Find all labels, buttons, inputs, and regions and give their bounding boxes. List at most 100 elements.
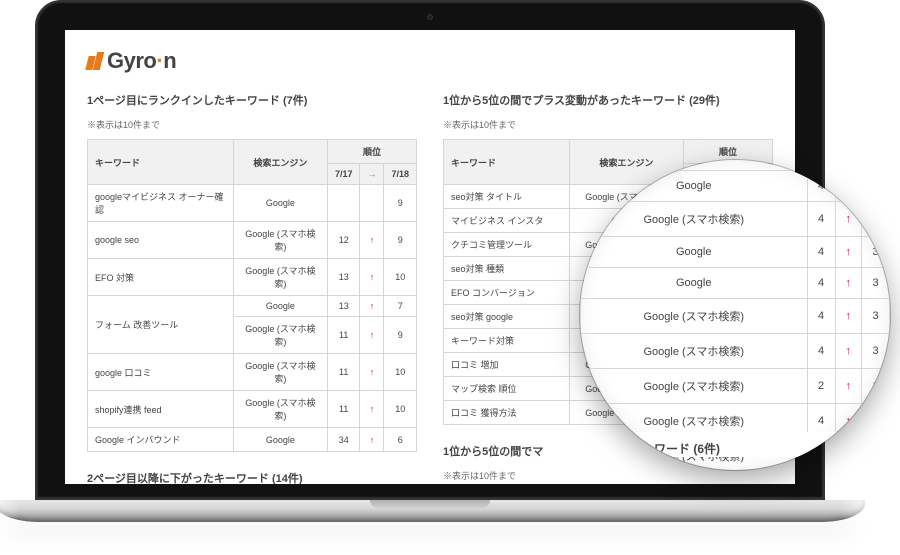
table-row: Google (スマホ検索)2↑1 [580,369,890,404]
cell-keyword: EFO 対策 [88,259,234,296]
cell-keyword: seo対策 google [444,305,570,329]
th-date-from: 7/17 [327,164,360,185]
cell-keyword: マイビジネス インスタ [444,209,570,233]
cell-to: 9 [384,185,417,222]
cell-arrow: ↑ [835,202,862,237]
cell-keyword: google seo [88,222,234,259]
cell-keyword: googleマイビジネス オーナー確認 [88,185,234,222]
cell-to: 3 [862,334,890,369]
cell-keyword: 口コミ 増加 [444,353,570,377]
cell-from: 11 [327,391,360,428]
cell-from: 34 [327,428,360,452]
cell-keyword: seo対策 種類 [444,257,570,281]
table-row: Google4 [580,171,890,202]
cell-to: 6 [384,428,417,452]
table-row: EFO 対策Google (スマホ検索)13↑10 [88,259,417,296]
cell-keyword: google 口コミ [88,354,234,391]
cell-from: 4 [807,202,835,237]
cell-arrow: ↑ [360,259,384,296]
cell-from: 4 [807,299,835,334]
laptop-base [0,500,865,522]
th-rank: 順位 [327,140,416,164]
cell-arrow: ↑ [835,334,862,369]
cell-keyword: Google インバウンド [88,428,234,452]
th-engine: 検索エンジン [233,140,327,185]
table-row: Google (スマホ検索)4↑3 [580,202,890,237]
cell-from: 4 [807,268,835,299]
cell-keyword: seo対策 タイトル [444,185,570,209]
table-row: Google (スマホ検索)4↑3 [580,334,890,369]
cell-to [862,171,890,202]
table-page1: キーワード 検索エンジン 順位 7/17 → 7/18 [87,139,417,452]
cell-engine: Google (スマホ検索) [581,369,808,404]
th-keyword: キーワード [88,140,234,185]
cell-from: 4 [807,237,835,268]
cell-from: 13 [327,259,360,296]
cell-from: 4 [807,334,835,369]
cell-from: 11 [327,354,360,391]
section-title-top5plus: 1位から5位の間でプラス変動があったキーワード (29件) [443,92,773,108]
cell-keyword: フォーム 改善ツール [88,296,234,354]
brand-word: Gyro·n [107,48,176,74]
cell-from: 12 [327,222,360,259]
cell-to: 3 [862,404,890,439]
section-title-page2down: 2ページ目以降に下がったキーワード (14件) [87,470,417,484]
cell-arrow: ↑ [835,268,862,299]
cell-from: 11 [327,317,360,354]
table-row: Google4↑3 [580,237,890,268]
cell-arrow: ↑ [360,391,384,428]
cell-engine: Google [581,237,808,268]
lens-table: Google4 Google (スマホ検索)4↑3 Google4↑3 Goog… [580,170,890,470]
magnifier-lens: Google4 Google (スマホ検索)4↑3 Google4↑3 Goog… [580,160,890,470]
cell-engine: Google (スマホ検索) [233,317,327,354]
cell-to: 10 [384,391,417,428]
cell-arrow [835,171,862,202]
cell-to: 3 [862,268,890,299]
cell-from [327,185,360,222]
cell-keyword: 口コミ 獲得方法 [444,401,570,425]
cell-engine: Google (スマホ検索) [233,222,327,259]
cell-arrow: ↑ [360,222,384,259]
cell-keyword: キーワード対策 [444,329,570,353]
table-row: Google (スマホ検索)4↑3 [580,299,890,334]
cell-arrow: ↑ [835,299,862,334]
table-row: Google4↑3 [580,268,890,299]
th-keyword: キーワード [444,140,570,185]
cell-engine: Google (スマホ検索) [233,259,327,296]
cell-to: 3 [862,237,890,268]
cell-engine: Google (スマホ検索) [233,354,327,391]
cell-keyword: クチコミ管理ツール [444,233,570,257]
cell-arrow: ↑ [360,428,384,452]
cell-engine: Google (スマホ検索) [233,391,327,428]
cell-engine: Google [233,185,327,222]
cell-to: 3 [862,202,890,237]
cell-to: 9 [384,317,417,354]
cell-to: 9 [384,222,417,259]
cell-engine: Google [581,268,808,299]
left-column: 1ページ目にランクインしたキーワード (7件) ※表示は10件まで キーワード … [87,92,417,484]
cell-from: 4 [807,171,835,202]
cell-keyword: EFO コンバージョン [444,281,570,305]
camera-icon [427,14,433,20]
table-row: google 口コミGoogle (スマホ検索)11↑10 [88,354,417,391]
cell-to: 3 [862,299,890,334]
cell-engine: Google (スマホ検索) [581,334,808,369]
th-date-to: 7/18 [384,164,417,185]
cell-engine: Google (スマホ検索) [581,299,808,334]
cell-engine: Google [233,296,327,317]
cell-to: 3 [862,439,890,471]
table-row: Google インバウンドGoogle34↑6 [88,428,417,452]
cell-from: 13 [327,296,360,317]
cell-to: 7 [384,296,417,317]
cell-to: 1 [862,369,890,404]
section-note: ※表示は10件まで [87,118,417,131]
table-row: フォーム 改善ツールGoogle13↑7 [88,296,417,317]
cell-to: 10 [384,259,417,296]
cell-to: 10 [384,354,417,391]
cell-engine: Google (スマホ検索) [581,202,808,237]
cell-arrow: ↑ [360,354,384,391]
cell-arrow [360,185,384,222]
cell-keyword: マップ検索 順位 [444,377,570,401]
brand-mark-icon [87,52,102,70]
table-row: googleマイビジネス オーナー確認Google 9 [88,185,417,222]
